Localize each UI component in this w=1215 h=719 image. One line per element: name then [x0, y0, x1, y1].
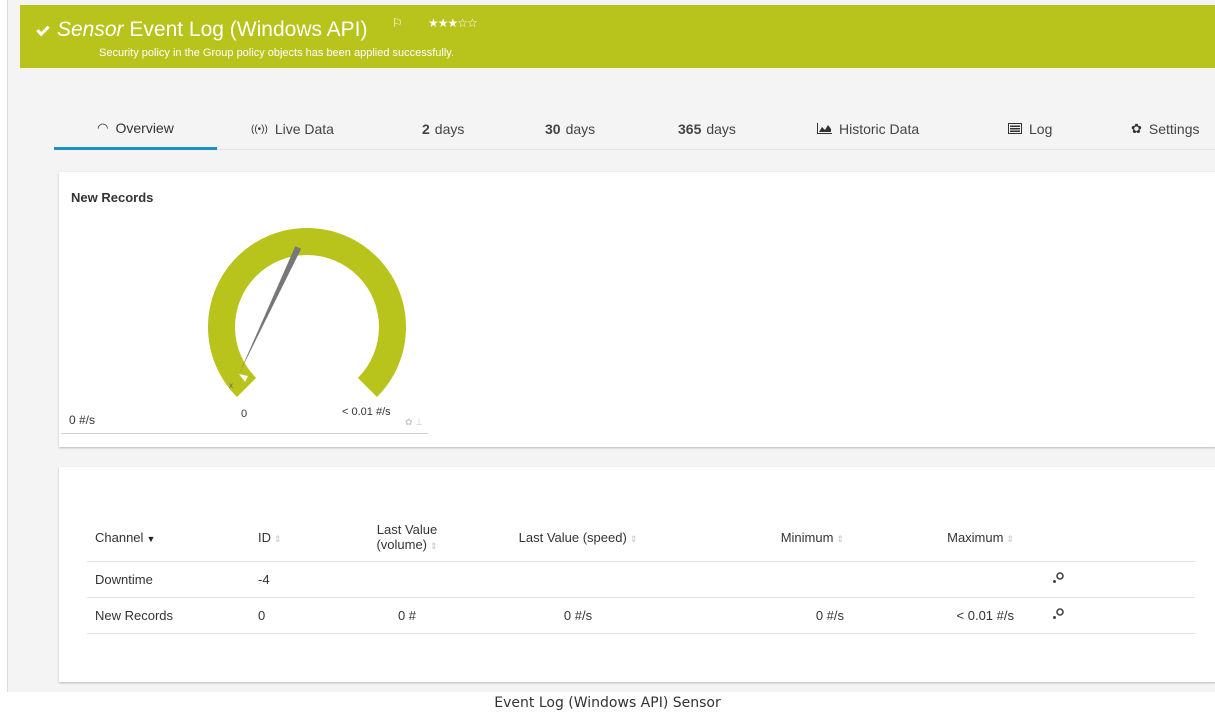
- tab-label: Overview: [115, 119, 174, 136]
- channels-table: Channel ▼ ID ⇕ Last Value (volume) ⇕ Last Va…: [87, 514, 1195, 634]
- table-header-row: Channel ▼ ID ⇕ Last Value (volume) ⇕ Last Va…: [87, 514, 1195, 562]
- status-ok-check-icon: [36, 22, 50, 37]
- column-header-actions: [1022, 514, 1195, 562]
- tab-label: days: [434, 121, 465, 137]
- cell-id: -4: [250, 561, 342, 598]
- sensor-status-message: Security policy in the Group policy obje…: [99, 47, 455, 59]
- tab-365-days[interactable]: 365 days: [678, 108, 736, 150]
- column-header-id[interactable]: ID ⇕: [250, 514, 342, 562]
- channel-settings-icon[interactable]: [1022, 597, 1195, 634]
- sort-icon: ⇕: [629, 533, 638, 544]
- sensor-tabs: ◠ Overview ((•)) Live Data 2 days 30 days 36…: [54, 108, 1215, 150]
- gauge-min-marker: x: [229, 381, 233, 390]
- sensor-name: Event Log (Windows API): [129, 18, 368, 41]
- gauge-title: New Records: [71, 190, 154, 205]
- tab-live-data[interactable]: ((•)) Live Data: [251, 108, 334, 150]
- sensor-title: Sensor Event Log (Windows API): [57, 17, 368, 43]
- list-icon: [1008, 122, 1022, 137]
- column-header-maximum[interactable]: Maximum ⇕: [852, 514, 1022, 562]
- column-header-channel[interactable]: Channel ▼: [87, 514, 250, 562]
- table-row[interactable]: New Records 0 0 # 0 #/s 0 #/s < 0.01 #/s: [87, 597, 1195, 634]
- gauge-panel: New Records x 0 #/s 0 < 0.01 #/s ✿ ⊥: [59, 172, 1215, 447]
- gauge-icon: ◠: [97, 119, 109, 135]
- cell-minimum: 0 #/s: [684, 597, 852, 634]
- cell-id: 0: [250, 597, 342, 634]
- column-header-minimum[interactable]: Minimum ⇕: [684, 514, 852, 562]
- cell-maximum: < 0.01 #/s: [852, 597, 1022, 634]
- image-caption: Event Log (Windows API) Sensor: [494, 695, 721, 711]
- tab-settings[interactable]: ✿ Settings: [1131, 108, 1200, 150]
- sensor-page: Sensor Event Log (Windows API) ⚐ ★★★☆☆ S…: [7, 0, 1215, 692]
- tab-label: days: [565, 121, 596, 137]
- pin-icon[interactable]: ⊥: [415, 417, 423, 427]
- channels-panel: Channel ▼ ID ⇕ Last Value (volume) ⇕ Last Va…: [59, 467, 1215, 682]
- cell-last-value-speed: [472, 561, 684, 598]
- gear-icon[interactable]: ✿: [405, 417, 413, 427]
- tab-number: 365: [678, 121, 702, 137]
- tab-number: 30: [545, 121, 561, 137]
- tab-label: Historic Data: [839, 121, 920, 137]
- sort-icon: ⇕: [274, 533, 282, 544]
- live-signal-icon: ((•)): [251, 123, 268, 135]
- sort-icon: ⇕: [430, 541, 438, 552]
- tab-label: Live Data: [274, 121, 334, 137]
- table-row[interactable]: Downtime -4: [87, 561, 1195, 598]
- area-chart-icon: [817, 122, 832, 137]
- gear-icon: ✿: [1131, 121, 1142, 136]
- sort-icon: ⇕: [836, 533, 844, 544]
- cell-minimum: [684, 561, 852, 598]
- cell-last-value-speed: 0 #/s: [472, 597, 684, 634]
- cell-channel: New Records: [87, 597, 250, 634]
- tab-label: Settings: [1148, 121, 1200, 137]
- tab-2-days[interactable]: 2 days: [422, 108, 464, 150]
- tab-label: days: [706, 121, 736, 137]
- sensor-header-banner: Sensor Event Log (Windows API) ⚐ ★★★☆☆ S…: [20, 5, 1215, 68]
- sensor-type-label: Sensor: [57, 18, 124, 41]
- flag-icon[interactable]: ⚐: [392, 16, 403, 30]
- gauge-chart: x: [208, 228, 406, 398]
- tab-30-days[interactable]: 30 days: [545, 108, 595, 150]
- priority-stars[interactable]: ★★★☆☆: [428, 16, 478, 30]
- cell-channel: Downtime: [87, 561, 250, 598]
- cell-maximum: [852, 561, 1022, 598]
- column-header-last-value-speed[interactable]: Last Value (speed) ⇕: [472, 514, 684, 562]
- sort-icon: ⇕: [1006, 533, 1014, 544]
- gauge-min-label: 0: [241, 408, 248, 420]
- gauge-arc: [208, 228, 406, 398]
- cell-last-value-volume: [342, 561, 472, 598]
- gauge-max-label: < 0.01 #/s: [342, 406, 391, 418]
- column-header-last-value-volume[interactable]: Last Value (volume) ⇕: [342, 514, 472, 562]
- sort-desc-icon: ▼: [146, 533, 156, 544]
- tab-log[interactable]: Log: [1008, 108, 1052, 150]
- channel-settings-icon[interactable]: [1022, 561, 1195, 598]
- gauge-tools[interactable]: ✿ ⊥: [405, 417, 423, 428]
- cell-last-value-volume: 0 #: [342, 597, 472, 634]
- tab-number: 2: [422, 121, 430, 137]
- gauge-divider: [61, 433, 428, 434]
- tab-overview[interactable]: ◠ Overview: [54, 108, 217, 150]
- gauge-current-value: 0 #/s: [69, 413, 96, 427]
- tab-label: Log: [1029, 121, 1053, 137]
- tab-historic-data[interactable]: Historic Data: [817, 108, 919, 150]
